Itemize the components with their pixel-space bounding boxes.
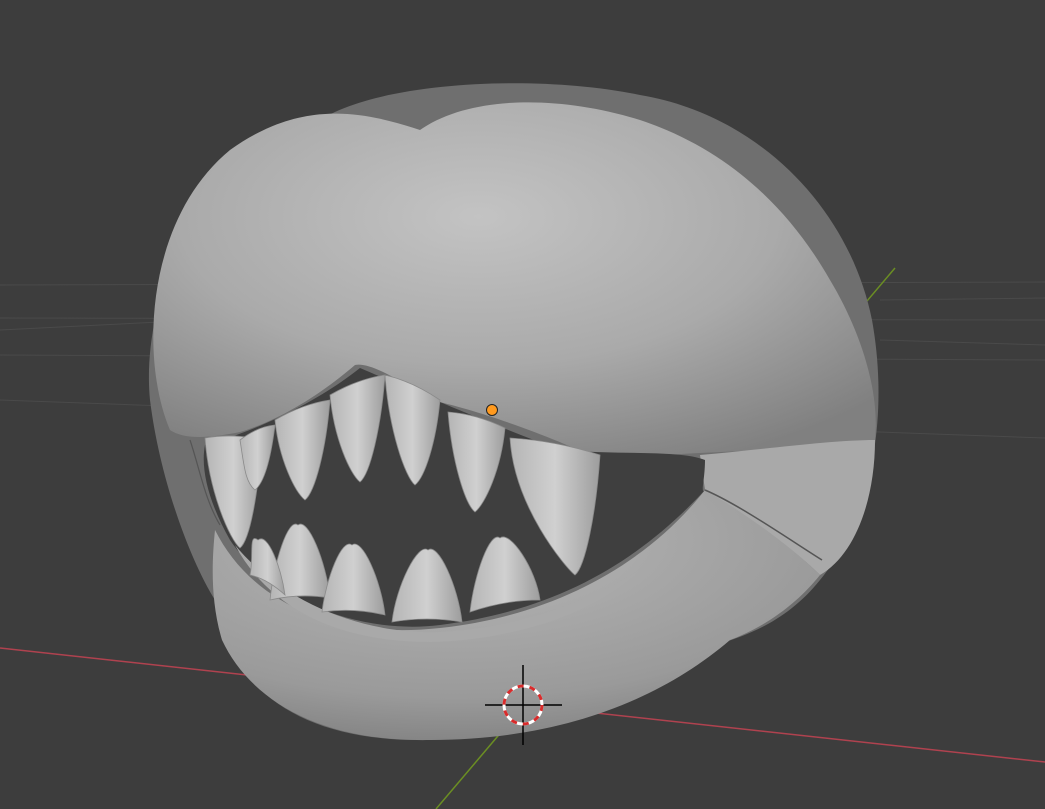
creature-mouth-mesh[interactable] (148, 83, 879, 741)
3d-viewport[interactable] (0, 0, 1045, 809)
object-origin-icon[interactable] (486, 404, 498, 416)
viewport-canvas[interactable] (0, 0, 1045, 809)
